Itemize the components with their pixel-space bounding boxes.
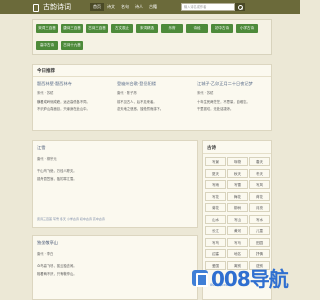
sidebar-category-item[interactable]: 地名 [227, 249, 248, 258]
sidebar-category-item[interactable]: 写雨 [205, 180, 226, 189]
sidebar-category-item[interactable]: 儿童 [249, 226, 270, 235]
watermark: 008导航 [192, 263, 289, 292]
sidebar-category-item[interactable]: 梅花 [227, 191, 248, 201]
tag-songci-selected[interactable]: 宋词精选 [136, 24, 158, 33]
collection-tags-panel: 宋词三百首 唐诗三百首 古诗三百首 古文观止 宋词精选 乐府 诗经 初中古诗 小… [32, 19, 272, 55]
recommend-poem-line: 不识庐山真面目，只缘身在此山中。 [37, 107, 90, 111]
watermark-subtext: 008top.com [210, 283, 232, 287]
sidebar-category-item[interactable]: 黄河 [227, 226, 248, 235]
sidebar-category-item[interactable]: 山水 [205, 214, 226, 224]
main-nav: 首页 诗文 名句 诗人 古籍 [90, 3, 160, 11]
tag-primary[interactable]: 小学古诗 [236, 24, 258, 33]
site-logo-text: 古韵诗词 [43, 3, 71, 11]
poem-title[interactable]: 江雪 [37, 145, 45, 151]
sidebar-category-item[interactable]: 写景 [205, 157, 226, 166]
sidebar-category-item[interactable]: 田园 [249, 237, 270, 247]
recommend-poem-line: 十年生死两茫茫，不思量，自难忘。 [197, 100, 250, 104]
sidebar-category-item[interactable]: 冬天 [249, 168, 270, 178]
watermark-text: 008导航 [211, 267, 289, 291]
nav-home[interactable]: 首页 [90, 3, 104, 11]
recommend-poem-line: 千里孤坟，无处话凄凉。 [197, 107, 234, 111]
recommend-poem-title-2[interactable]: 登幽州台歌·登岳阳楼 [117, 81, 156, 87]
poem-line: 千山鸟飞绝，万径人踪灭。 [37, 169, 77, 173]
tag-gushi-300[interactable]: 古诗三百首 [86, 24, 108, 33]
today-recommend-card: 今日推荐 题西林壁·题西林寺 宋代 · 苏轼 横看成岭侧成峰，远近高低各不同。 … [32, 64, 272, 131]
poem-line: 孤舟蓑笠翁，独钓寒江雪。 [37, 177, 77, 181]
recommend-poem-line: 前不见古人，后不见来者。 [117, 100, 157, 104]
sidebar-category-item[interactable]: 抒情 [249, 249, 270, 258]
sidebar-category-item[interactable]: 月亮 [249, 203, 270, 212]
sidebar-category-item[interactable]: 柳树 [227, 203, 248, 212]
sidebar-category-item[interactable]: 边塞 [205, 249, 226, 258]
tag-guwen[interactable]: 古文观止 [111, 24, 133, 33]
sidebar-category-item[interactable]: 夏天 [205, 168, 226, 178]
site-logo[interactable]: 古韵诗词 [32, 2, 71, 12]
nav-quotes[interactable]: 名句 [118, 3, 132, 11]
search-input[interactable]: 输入诗名或作者 [181, 3, 235, 11]
sidebar-category-item[interactable]: 菊花 [205, 203, 226, 212]
recommend-poem-meta-1: 宋代 · 苏轼 [37, 91, 54, 95]
recommend-poem-line: 念天地之悠悠，独怆然而涕下。 [117, 107, 164, 111]
divider [203, 153, 271, 154]
nav-classics[interactable]: 古籍 [146, 3, 160, 11]
sidebar-category-item[interactable]: 写雪 [227, 180, 248, 189]
sidebar-category-item[interactable]: 写水 [249, 214, 270, 224]
sidebar-category-item[interactable]: 写马 [227, 237, 248, 247]
sidebar-category-item[interactable]: 写山 [227, 214, 248, 224]
recommend-poem-title-3[interactable]: 江城子·乙卯正月二十日夜记梦 [197, 81, 253, 87]
tag-shijing[interactable]: 诗经 [186, 24, 208, 33]
tag-yuefu[interactable]: 乐府 [161, 24, 183, 33]
recommend-poem-line: 横看成岭侧成峰，远近高低各不同。 [37, 100, 90, 104]
nav-poems[interactable]: 诗文 [104, 3, 118, 11]
nav-poets[interactable]: 诗人 [132, 3, 146, 11]
tag-junior-high[interactable]: 初中古诗 [211, 24, 233, 33]
sidebar-category-item[interactable]: 荷花 [249, 191, 270, 201]
watermark-logo-icon [192, 269, 208, 287]
today-heading: 今日推荐 [37, 69, 55, 74]
poem-title[interactable]: 独坐敬亭山 [37, 240, 58, 246]
tag-tangshi-300[interactable]: 唐诗三百首 [61, 24, 83, 33]
sidebar-category-item[interactable]: 春天 [249, 157, 270, 166]
search-button[interactable] [235, 3, 245, 11]
sidebar-category-item[interactable]: 写花 [205, 191, 226, 201]
sidebar-category-item[interactable]: 写风 [249, 180, 270, 189]
sidebar-heading: 古诗 [207, 146, 216, 151]
sidebar-category-item[interactable]: 长江 [205, 226, 226, 235]
sidebar-category-item[interactable]: 秋天 [227, 168, 248, 178]
poem-tags[interactable]: 唐诗三百首 写雪 冬天 小学古诗 初中古诗 高中古诗 [37, 217, 105, 221]
sidebar-category-item[interactable]: 写鸟 [205, 237, 226, 247]
poem-card-jingtingshan: 独坐敬亭山 唐代 · 李白 众鸟高飞尽，孤云独去闲。 相看两不厌，只有敬亭山。 [32, 235, 198, 300]
recommend-poem-title-1[interactable]: 题西林壁·题西林寺 [37, 81, 72, 87]
poem-line: 相看两不厌，只有敬亭山。 [37, 272, 77, 276]
poem-card-jiangxue: 江雪 唐代 · 柳宗元 千山鸟飞绝，万径人踪灭。 孤舟蓑笠翁，独钓寒江雪。 唐诗… [32, 140, 198, 228]
recommend-poem-meta-2: 唐代 · 陈子昂 [117, 91, 137, 95]
poem-line: 众鸟高飞尽，孤云独去闲。 [37, 264, 77, 268]
sidebar-category-item[interactable]: 咏物 [227, 157, 248, 166]
top-navigation-bar: 古韵诗词 首页 诗文 名句 诗人 古籍 输入诗名或作者 [0, 0, 300, 14]
book-icon [32, 3, 40, 12]
recommend-poem-meta-3: 宋代 · 苏轼 [197, 91, 214, 95]
divider [33, 76, 271, 77]
poem-meta: 唐代 · 李白 [37, 252, 54, 256]
poem-meta: 唐代 · 柳宗元 [37, 157, 57, 161]
tag-senior-high[interactable]: 高中古诗 [36, 41, 58, 50]
tag-nineteen-poems[interactable]: 古诗十九首 [61, 41, 83, 50]
tag-songci-300[interactable]: 宋词三百首 [36, 24, 58, 33]
